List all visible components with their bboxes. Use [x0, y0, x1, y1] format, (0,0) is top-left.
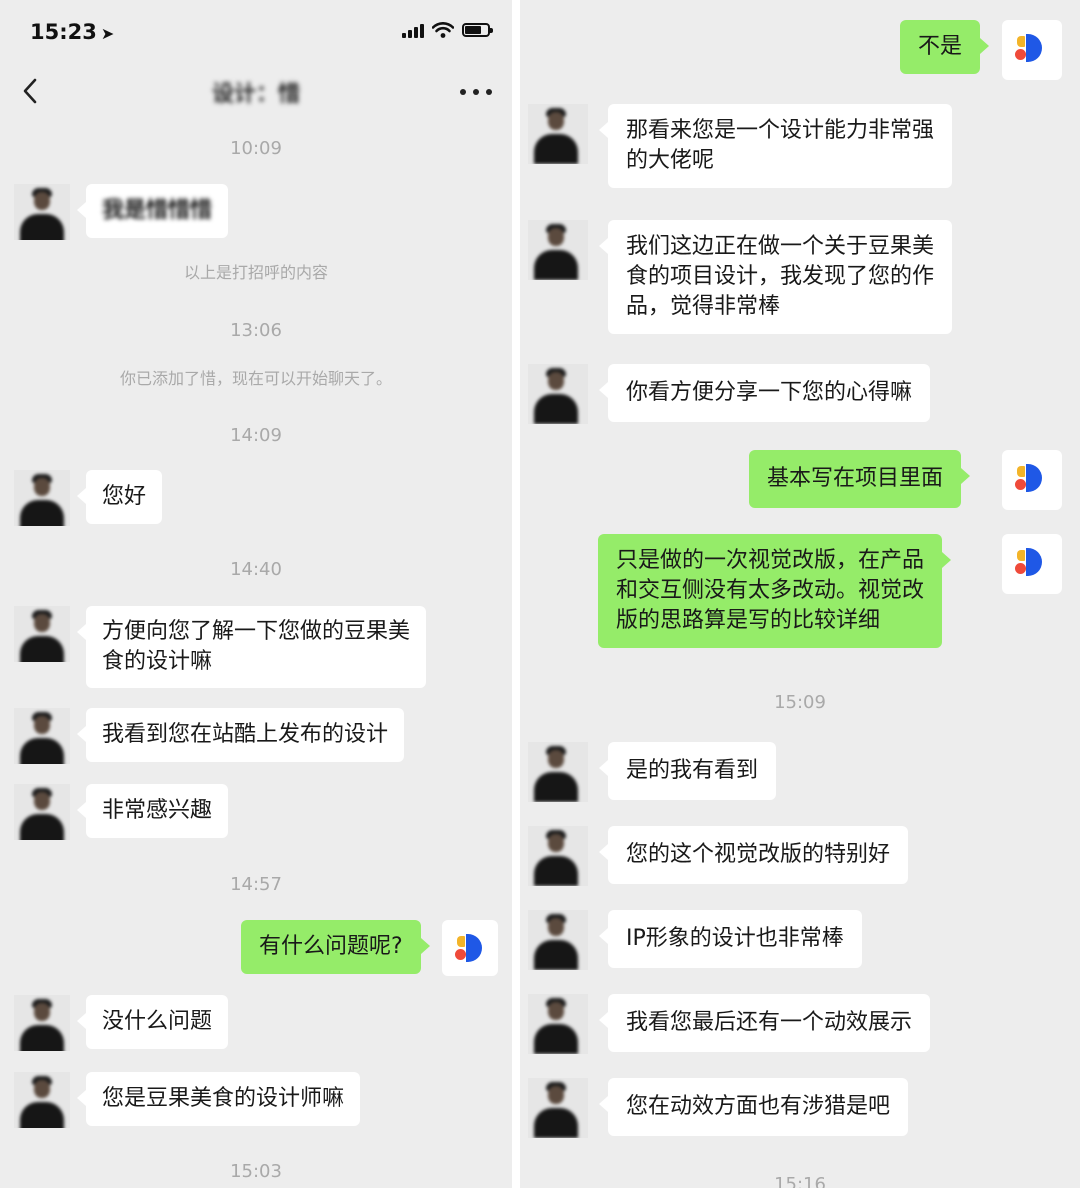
wifi-icon: [432, 22, 454, 38]
message-bubble[interactable]: 是的我有看到: [598, 742, 777, 800]
message-bubble[interactable]: 基本写在项目里面: [749, 450, 971, 508]
self-avatar[interactable]: [1002, 20, 1062, 80]
self-avatar[interactable]: [1002, 534, 1062, 594]
status-time: 15:23 ➤: [30, 20, 115, 44]
contact-avatar[interactable]: [528, 994, 588, 1054]
message-bubble[interactable]: 只是做的一次视觉改版，在产品 和交互侧没有太多改动。视觉改 版的思路算是写的比较详细: [598, 534, 952, 648]
timestamp: 14:57: [230, 874, 282, 895]
message-outgoing: 有什么问题呢?: [241, 920, 498, 976]
more-dots-icon: [460, 89, 466, 95]
contact-avatar[interactable]: [528, 364, 588, 424]
contact-avatar[interactable]: [528, 1078, 588, 1138]
contact-avatar[interactable]: [528, 910, 588, 970]
contact-avatar[interactable]: [528, 826, 588, 886]
contact-avatar[interactable]: [528, 742, 588, 802]
timestamp: 14:40: [230, 559, 282, 580]
chat-title: 设计：惜: [211, 82, 300, 107]
status-icons: [402, 22, 493, 38]
message-bubble[interactable]: 那看来您是一个设计能力非常强 的大佬呢: [598, 104, 953, 188]
system-note: 以上是打招呼的内容: [183, 263, 328, 282]
message-bubble[interactable]: 我们这边正在做一个关于豆果美 食的项目设计，我发现了您的作 品，觉得非常棒: [598, 220, 953, 334]
timestamp: 13:06: [230, 320, 282, 341]
message-bubble[interactable]: 我看您最后还有一个动效展示: [598, 994, 931, 1052]
message-bubble[interactable]: 你看方便分享一下您的心得嘛: [598, 364, 931, 422]
chat-screen-right: 不是 那看来您是一个设计能力非常强 的大佬呢 我们这边正在做一个关于豆果美 食的项目…: [520, 0, 1080, 1188]
message-bubble[interactable]: 您是豆果美食的设计师嘛: [76, 1072, 361, 1126]
contact-avatar[interactable]: [14, 184, 70, 240]
message-bubble[interactable]: 没什么问题: [76, 995, 229, 1049]
self-avatar[interactable]: [1002, 450, 1062, 510]
timestamp: 10:09: [230, 138, 282, 159]
message-bubble[interactable]: 非常感兴趣: [76, 784, 229, 838]
message-outgoing: 基本写在项目里面: [749, 450, 1062, 510]
self-avatar[interactable]: [442, 920, 498, 976]
contact-avatar[interactable]: [14, 708, 70, 764]
contact-avatar[interactable]: [14, 606, 70, 662]
battery-icon: [462, 23, 493, 37]
message-outgoing: 只是做的一次视觉改版，在产品 和交互侧没有太多改动。视觉改 版的思路算是写的比较详细: [598, 534, 1062, 654]
timestamp: 15:03: [230, 1161, 282, 1182]
message-bubble[interactable]: 有什么问题呢?: [241, 920, 430, 974]
message-outgoing: 不是: [900, 20, 1062, 80]
contact-avatar[interactable]: [528, 220, 588, 280]
message-bubble[interactable]: 我是惜惜惜: [76, 184, 229, 238]
message-bubble[interactable]: 不是: [900, 20, 990, 74]
contact-avatar[interactable]: [14, 470, 70, 526]
signal-icon: [402, 22, 424, 38]
message-bubble[interactable]: 您好: [76, 470, 163, 524]
contact-avatar[interactable]: [14, 995, 70, 1051]
timestamp: 14:09: [230, 425, 282, 446]
location-arrow-icon: ➤: [100, 24, 115, 43]
timestamp: 15:09: [774, 692, 826, 713]
contact-avatar[interactable]: [14, 784, 70, 840]
message-bubble[interactable]: 您的这个视觉改版的特别好: [598, 826, 909, 884]
message-bubble[interactable]: IP形象的设计也非常棒: [599, 910, 862, 968]
chat-screen-left: 15:23 ➤ 设计：惜 10:09 我是惜惜惜 以上是打招呼的内容 13:06 …: [0, 0, 512, 1188]
timestamp: 15:16: [774, 1174, 826, 1188]
contact-avatar[interactable]: [14, 1072, 70, 1128]
message-bubble[interactable]: 方便向您了解一下您做的豆果美 食的设计嘛: [76, 606, 427, 688]
contact-avatar[interactable]: [528, 104, 588, 164]
system-note: 你已添加了惜，现在可以开始聊天了。: [119, 369, 392, 388]
more-options-button[interactable]: [460, 78, 492, 106]
message-bubble[interactable]: 您在动效方面也有涉猎是吧: [598, 1078, 909, 1136]
message-bubble[interactable]: 我看到您在站酷上发布的设计: [76, 708, 405, 762]
